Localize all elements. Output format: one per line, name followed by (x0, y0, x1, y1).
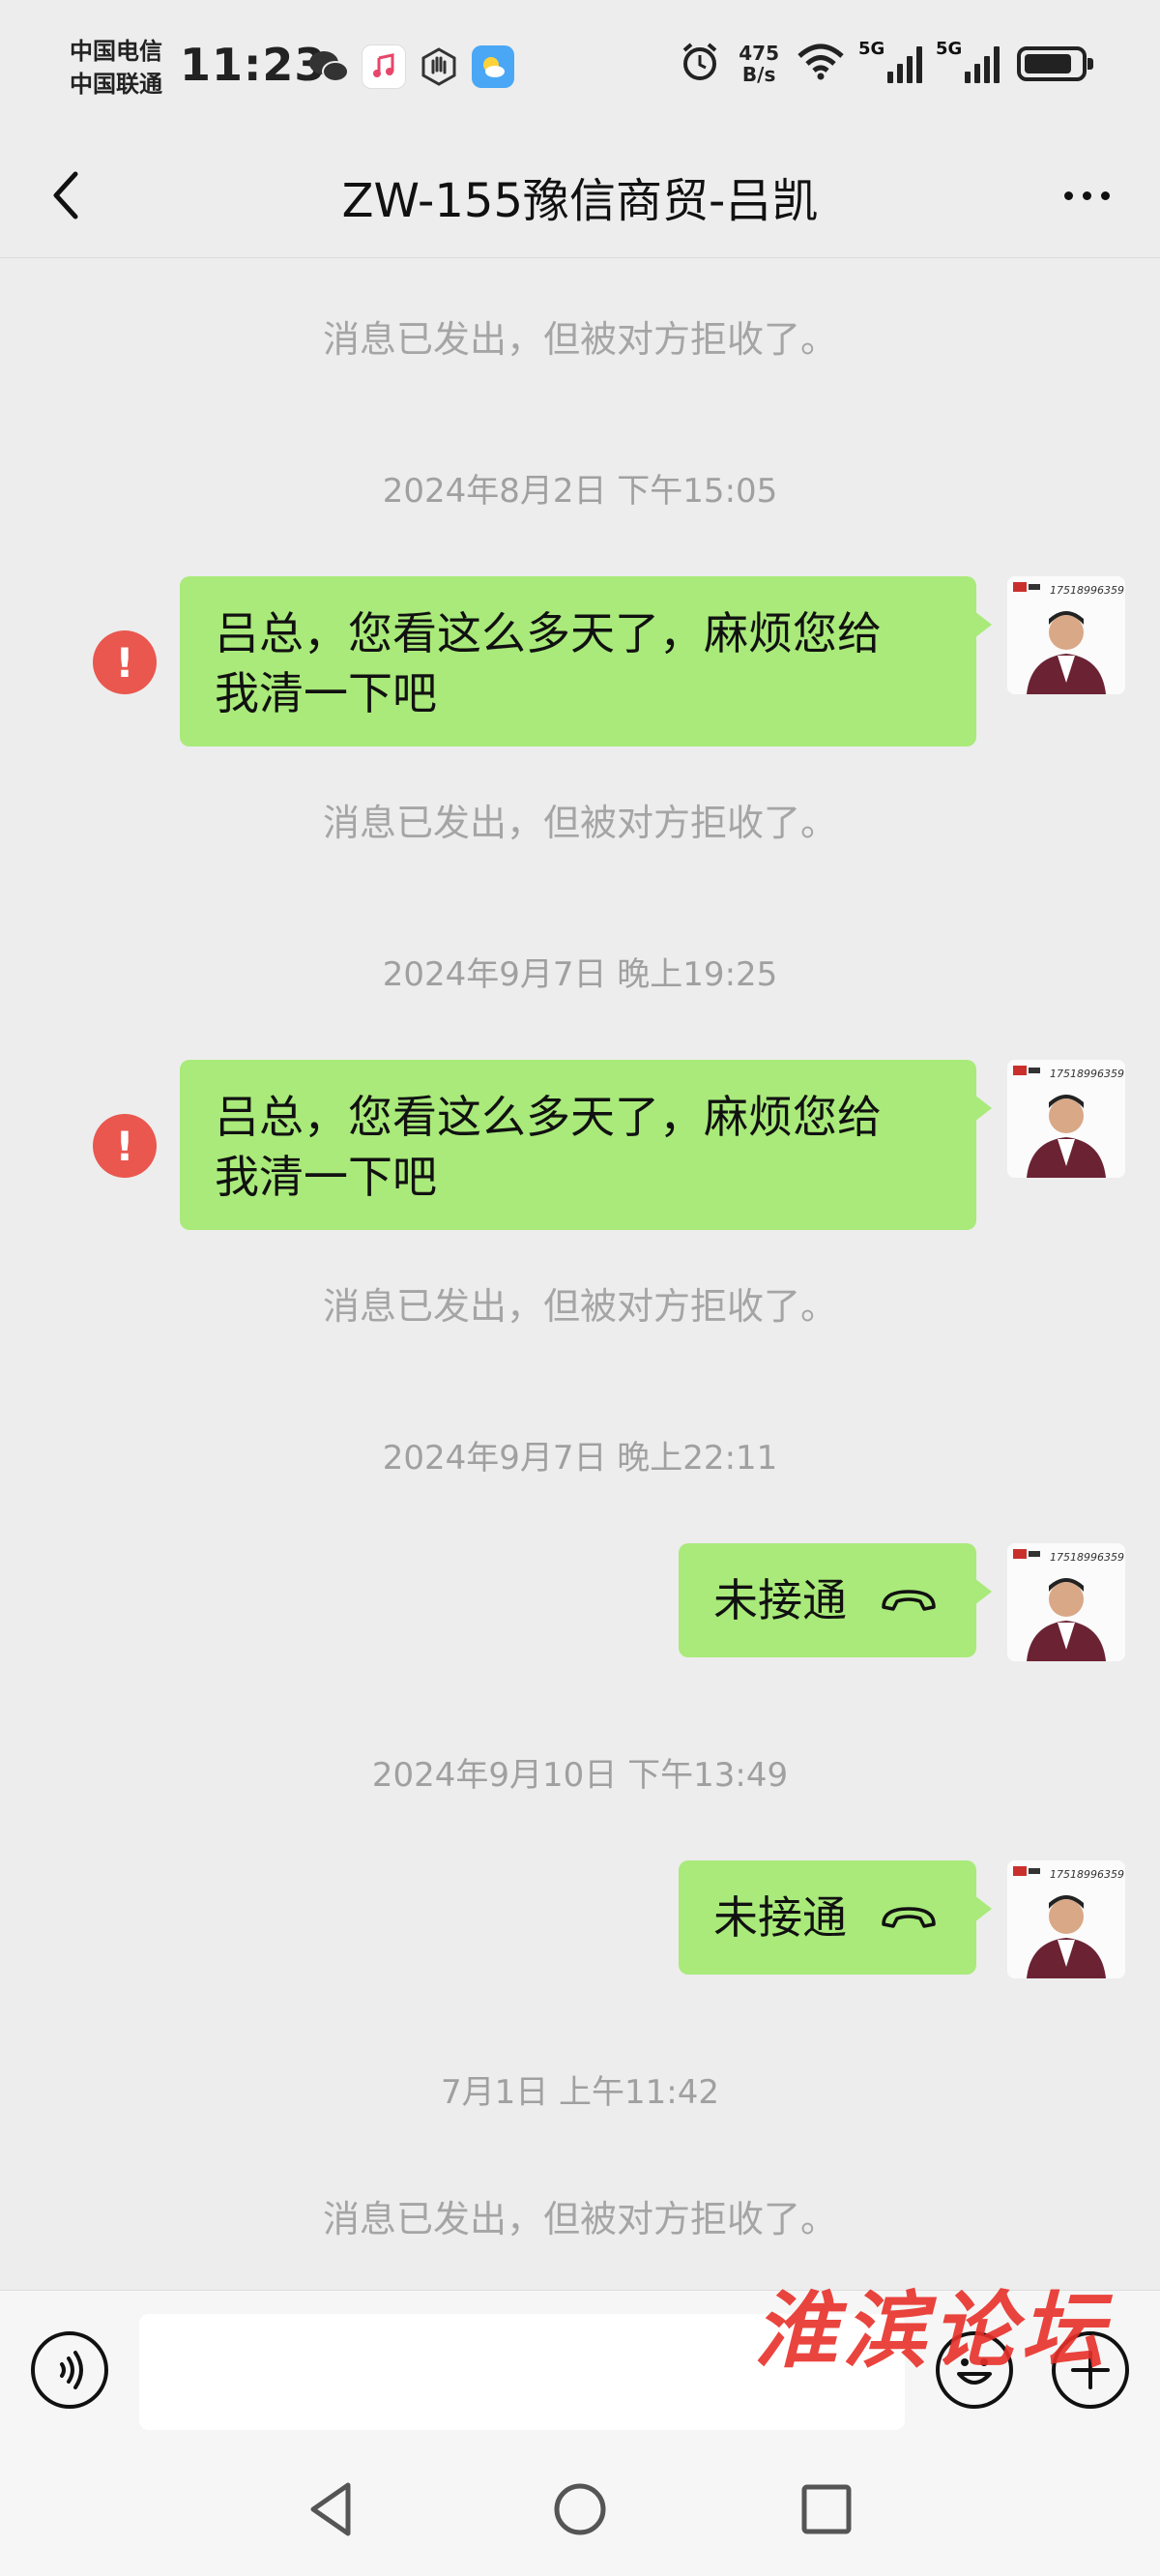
timestamp: 2024年9月10日 下午13:49 (371, 1756, 789, 1795)
chat-title: ZW-155豫信商贸-吕凯 (341, 174, 819, 228)
avatar[interactable]: 17518996359 (1007, 1860, 1125, 1978)
message-bubble[interactable]: 吕总，您看这么多天了，麻烦您给 我清一下吧 (180, 576, 992, 746)
avatar[interactable]: 17518996359 (1007, 576, 1125, 694)
system-nav-bar (0, 2441, 1160, 2576)
music-icon (362, 44, 406, 89)
timestamp: 2024年8月2日 下午15:05 (382, 472, 778, 511)
avatar[interactable]: 17518996359 (1007, 1543, 1125, 1661)
call-bubble[interactable]: 未接通 (679, 1860, 992, 1975)
avatar-phone-text: 17518996359 (1050, 1868, 1124, 1881)
wifi-icon (797, 43, 845, 85)
triangle-back-icon (310, 2482, 351, 2536)
alarm-icon (679, 41, 721, 87)
net-speed: 475 B/s (739, 42, 779, 86)
hangup-phone-icon (882, 1907, 936, 1928)
nav-recents-button[interactable] (793, 2475, 860, 2543)
nav-home-button[interactable] (546, 2475, 614, 2543)
circle-home-icon (554, 2483, 606, 2535)
message-text: 吕总，您看这么多天了，麻烦您给 (215, 607, 882, 659)
battery-icon (1017, 46, 1093, 81)
carrier-1: 中国电信 (70, 38, 162, 65)
timestamp: 2024年9月7日 晚上22:11 (382, 1439, 778, 1478)
status-icons: 475 B/s 5G 5G (679, 39, 1093, 87)
send-failed-icon[interactable]: ! (93, 630, 157, 694)
message-bubble[interactable]: 吕总，您看这么多天了，麻烦您给 我清一下吧 (180, 1060, 992, 1230)
signal-icon: 5G (936, 39, 1000, 83)
nav-back-button[interactable] (300, 2475, 367, 2543)
clock: 11:23 (180, 39, 327, 91)
call-status-text: 未接通 (713, 1891, 847, 1944)
carrier-labels: 中国电信 中国联通 (70, 35, 162, 101)
hangup-phone-icon (882, 1590, 936, 1611)
voice-icon (60, 2351, 83, 2389)
square-recents-icon (801, 2484, 852, 2534)
call-bubble[interactable]: 未接通 (679, 1543, 992, 1657)
avatar-phone-text: 17518996359 (1050, 584, 1124, 597)
signal-icon: 5G (858, 39, 922, 83)
chat-header: ZW-155豫信商贸-吕凯 (0, 135, 1160, 258)
timestamp: 7月1日 上午11:42 (440, 2073, 720, 2112)
rejected-notice: 消息已发出，但被对方拒收了。 (322, 1285, 837, 1328)
timestamp: 2024年9月7日 晚上19:25 (382, 955, 778, 994)
hand-icon (418, 45, 460, 88)
avatar-phone-text: 17518996359 (1050, 1551, 1124, 1564)
weather-icon (472, 45, 514, 88)
call-status-text: 未接通 (713, 1574, 847, 1626)
rejected-notice: 消息已发出，但被对方拒收了。 (322, 802, 837, 844)
avatar[interactable]: 17518996359 (1007, 1060, 1125, 1178)
forum-watermark: 淮滨论坛 (754, 2282, 1110, 2380)
send-failed-icon[interactable]: ! (93, 1114, 157, 1178)
message-text: 吕总，您看这么多天了，麻烦您给 (215, 1091, 882, 1143)
rejected-notice: 消息已发出，但被对方拒收了。 (322, 2198, 837, 2240)
status-bar: 中国电信 中国联通 11:23 475 B/s 5G 5G (0, 0, 1160, 135)
voice-input-button[interactable] (31, 2331, 108, 2409)
carrier-2: 中国联通 (70, 71, 162, 98)
message-text: 我清一下吧 (215, 667, 437, 719)
message-text: 我清一下吧 (215, 1151, 437, 1203)
rejected-notice: 消息已发出，但被对方拒收了。 (322, 318, 837, 361)
wechat-icon (307, 45, 350, 88)
more-button[interactable] (1052, 164, 1121, 226)
avatar-phone-text: 17518996359 (1050, 1068, 1124, 1080)
notification-icons (307, 44, 514, 89)
more-dots-icon (1063, 190, 1073, 200)
